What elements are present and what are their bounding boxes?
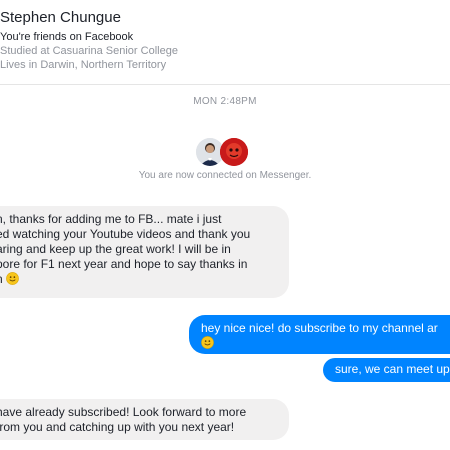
user-avatar-icon bbox=[220, 138, 248, 166]
outgoing-message[interactable]: sure, we can meet up bbox=[323, 358, 450, 382]
contact-name[interactable]: Stephen Chungue bbox=[0, 9, 121, 26]
smile-emoji-icon bbox=[6, 272, 19, 285]
incoming-message[interactable]: n, thanks for adding me to FB... mate i … bbox=[0, 206, 289, 298]
message-line: aring and keep up the great work! I will… bbox=[0, 242, 231, 256]
message-line: hey nice nice! do subscribe to my channe… bbox=[201, 321, 438, 335]
education-info: Studied at Casuarina Senior College bbox=[0, 45, 178, 57]
conversation-timestamp: MON 2:48PM bbox=[193, 96, 257, 107]
message-line: ed watching your Youtube videos and than… bbox=[0, 227, 251, 241]
location-info: Lives in Darwin, Northern Territory bbox=[0, 59, 167, 71]
outgoing-message[interactable]: hey nice nice! do subscribe to my channe… bbox=[189, 315, 450, 354]
smile-emoji-icon bbox=[201, 336, 214, 349]
message-line: n bbox=[0, 272, 3, 286]
contact-card: Stephen Chungue You're friends on Facebo… bbox=[0, 0, 450, 85]
message-line: from you and catching up with you next y… bbox=[0, 420, 235, 434]
message-line: n, thanks for adding me to FB... mate i … bbox=[0, 212, 222, 226]
incoming-message[interactable]: have already subscribed! Look forward to… bbox=[0, 399, 289, 440]
connected-notice: You are now connected on Messenger. bbox=[138, 170, 312, 181]
message-line: pore for F1 next year and hope to say th… bbox=[0, 257, 248, 271]
avatar[interactable] bbox=[220, 138, 248, 166]
friend-status: You're friends on Facebook bbox=[0, 31, 134, 43]
message-line: have already subscribed! Look forward to… bbox=[0, 405, 247, 419]
message-line: sure, we can meet up bbox=[335, 362, 450, 376]
